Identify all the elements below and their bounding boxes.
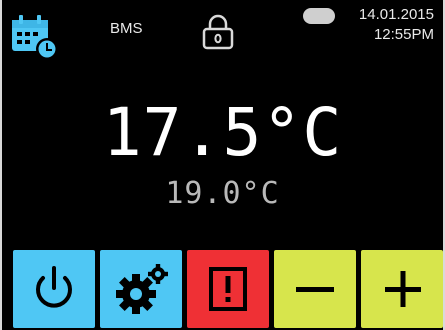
time-text: 12:55PM	[373, 26, 434, 43]
actual-temperature: 19.0°C	[165, 176, 280, 211]
settings-button[interactable]	[100, 250, 182, 328]
decrease-button[interactable]	[274, 250, 356, 328]
setpoint-temperature: 17.5°C	[102, 94, 343, 171]
calendar-clock-icon[interactable]	[10, 12, 60, 62]
increase-button[interactable]	[361, 250, 443, 328]
mode-label: BMS	[110, 20, 143, 37]
datetime-display: 14.01.2015 12:55PM	[359, 5, 434, 45]
lock-icon[interactable]	[201, 14, 235, 50]
power-button[interactable]	[13, 250, 95, 328]
minus-icon	[296, 287, 334, 292]
thermostat-screen: BMS 14.01.2015 12:55PM 17.5°C 19.0°C	[0, 0, 445, 330]
date-text: 14.01.2015	[358, 6, 434, 23]
alarm-button[interactable]	[187, 250, 269, 328]
frame-left-border	[0, 0, 2, 330]
toggle-icon[interactable]	[301, 8, 341, 24]
